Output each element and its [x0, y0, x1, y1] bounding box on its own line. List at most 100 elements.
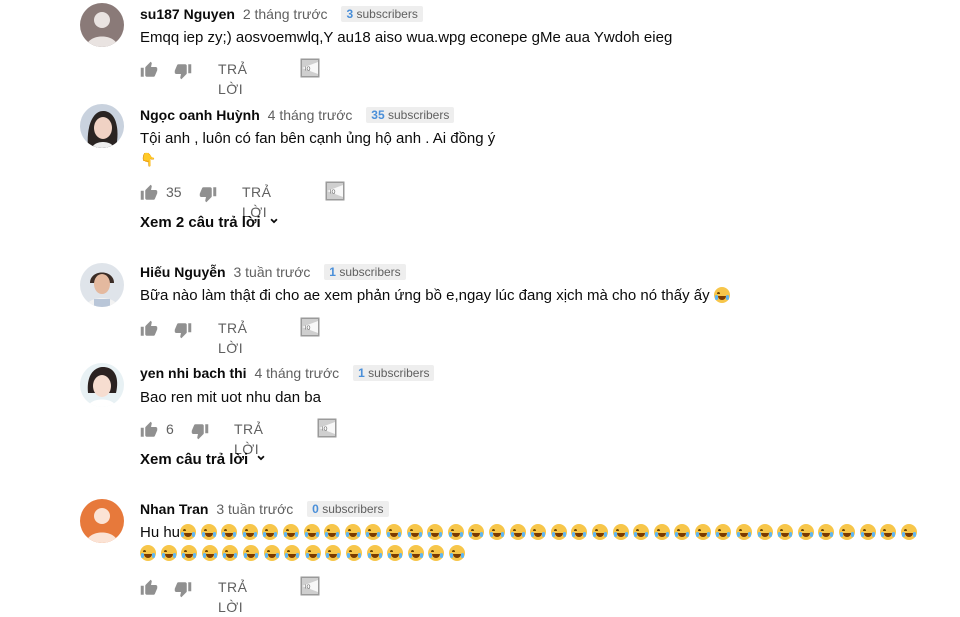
loudly-crying-emoji	[653, 524, 670, 540]
subscriber-count: 0	[312, 502, 319, 516]
loudly-crying-emoji	[694, 524, 711, 540]
author-name[interactable]: su187 Nguyen	[140, 6, 235, 22]
subscriber-badge: 0 subscribers	[307, 501, 389, 517]
like-button[interactable]	[140, 577, 158, 602]
loudly-crying-emoji	[900, 524, 917, 540]
dislike-button[interactable]	[174, 318, 192, 344]
subscriber-badge: 35 subscribers	[366, 107, 455, 123]
loudly-crying-emoji	[818, 524, 835, 540]
loudly-crying-emoji	[200, 524, 217, 540]
loudly-crying-emoji	[345, 545, 362, 561]
loudly-crying-emoji	[303, 524, 320, 540]
comment-text: Bữa nào làm thật đi cho ae xem phản ứng …	[140, 287, 710, 304]
comment-thread: Hiếu Nguyễn 3 tuần trước 1 subscribers B…	[0, 258, 960, 358]
loudly-crying-emoji	[242, 545, 259, 561]
loudly-crying-emoji	[777, 524, 794, 540]
comment-time[interactable]: 2 tháng trước	[243, 6, 328, 22]
loudly-crying-emoji	[304, 545, 321, 561]
thumb-up-icon	[140, 421, 158, 439]
loudly-crying-emoji	[797, 524, 814, 540]
reply-button[interactable]: TRẢ LỜI	[218, 318, 248, 358]
loudly-crying-emoji	[674, 524, 691, 540]
loudly-crying-emoji	[222, 545, 239, 561]
loudly-crying-emoji	[180, 524, 197, 540]
avatar[interactable]	[80, 3, 124, 47]
chevron-down-icon	[270, 218, 278, 224]
comment-header: Nhan Tran 3 tuần trước 0 subscribers	[140, 500, 389, 518]
avatar[interactable]	[80, 104, 124, 148]
comment-time[interactable]: 3 tuần trước	[216, 501, 293, 517]
author-name[interactable]: Nhan Tran	[140, 501, 208, 517]
dislike-button[interactable]	[174, 577, 192, 603]
comment-text-line: 👇	[140, 152, 157, 167]
thumb-up-icon	[140, 320, 158, 338]
reply-tag-icon[interactable]	[317, 418, 337, 443]
loudly-crying-emoji	[241, 524, 258, 540]
reply-button[interactable]: TRẢ LỜI	[218, 577, 248, 617]
comment-text-row: Hu hu	[140, 522, 921, 544]
thumb-up-icon	[140, 579, 158, 597]
like-button[interactable]	[140, 419, 158, 444]
like-count: 35	[166, 184, 182, 200]
thumb-up-icon	[140, 184, 158, 202]
thumb-down-icon	[174, 580, 192, 598]
chevron-down-icon	[257, 455, 265, 461]
reply-tag-icon[interactable]	[300, 317, 320, 342]
loudly-crying-emoji	[488, 524, 505, 540]
avatar[interactable]	[80, 263, 124, 307]
loudly-crying-emoji	[387, 545, 404, 561]
loudly-crying-emoji	[756, 524, 773, 540]
loudly-crying-emoji	[284, 545, 301, 561]
loudly-crying-emoji	[181, 545, 198, 561]
loudly-crying-emoji	[880, 524, 897, 540]
subscriber-count: 3	[346, 7, 354, 21]
loudly-crying-emoji	[427, 524, 444, 540]
reply-tag-icon[interactable]	[325, 181, 345, 206]
comment-thread: yen nhi bach thi 4 tháng trước 1 subscri…	[0, 360, 960, 495]
loudly-crying-emoji	[839, 524, 856, 540]
subscriber-label: subscribers	[368, 366, 430, 380]
like-button[interactable]	[140, 59, 158, 84]
like-button[interactable]	[140, 182, 158, 207]
avatar[interactable]	[80, 363, 124, 407]
loudly-crying-emoji	[447, 524, 464, 540]
loudly-crying-emoji	[633, 524, 650, 540]
reply-button[interactable]: TRẢ LỜI	[218, 59, 248, 99]
comment-text: Bao ren mit uot nhu dan ba	[140, 389, 321, 406]
author-name[interactable]: Ngọc oanh Huỳnh	[140, 107, 260, 123]
loudly-crying-emoji	[448, 545, 465, 561]
comment-thread: Nhan Tran 3 tuần trước 0 subscribers Hu …	[0, 496, 960, 617]
subscriber-badge: 1 subscribers	[324, 264, 406, 280]
like-count: 6	[166, 421, 174, 437]
dislike-button[interactable]	[174, 59, 192, 85]
author-name[interactable]: yen nhi bach thi	[140, 365, 247, 381]
comment-time[interactable]: 3 tuần trước	[233, 264, 310, 280]
thumb-down-icon	[174, 321, 192, 339]
loudly-crying-emoji	[283, 524, 299, 540]
comment-text: Tội anh , luôn có fan bên cạnh ủng hộ an…	[140, 130, 496, 147]
comment-text: Emqq iep zy;) aosvoemwlq,Y au18 aiso wua…	[140, 29, 673, 46]
subscriber-badge: 3 subscribers	[341, 6, 423, 22]
view-replies-button[interactable]: Xem 2 câu trả lời	[140, 213, 281, 233]
thumb-down-icon	[174, 62, 192, 80]
comment-text-row: Bữa nào làm thật đi cho ae xem phản ứng …	[140, 285, 734, 307]
reply-tag-icon[interactable]	[300, 576, 320, 601]
reply-tag-icon[interactable]	[300, 58, 320, 83]
loudly-crying-emoji	[365, 524, 382, 540]
view-replies-button[interactable]: Xem câu trả lời	[140, 450, 268, 470]
subscriber-label: subscribers	[339, 265, 401, 279]
dislike-button[interactable]	[199, 182, 217, 208]
loudly-crying-emoji	[509, 524, 526, 540]
comment-time[interactable]: 4 tháng trước	[254, 365, 339, 381]
author-name[interactable]: Hiếu Nguyễn	[140, 264, 226, 280]
comment-time[interactable]: 4 tháng trước	[268, 107, 353, 123]
loudly-crying-emoji	[550, 524, 567, 540]
dislike-button[interactable]	[191, 419, 209, 445]
like-button[interactable]	[140, 318, 158, 343]
loudly-crying-emoji	[571, 524, 588, 540]
avatar[interactable]	[80, 499, 124, 543]
loudly-crying-emoji	[344, 524, 361, 540]
comment-header: yen nhi bach thi 4 tháng trước 1 subscri…	[140, 364, 435, 382]
subscriber-label: subscribers	[322, 502, 384, 516]
comment-thread: su187 Nguyen 2 tháng trước 3 subscribers…	[0, 0, 960, 100]
